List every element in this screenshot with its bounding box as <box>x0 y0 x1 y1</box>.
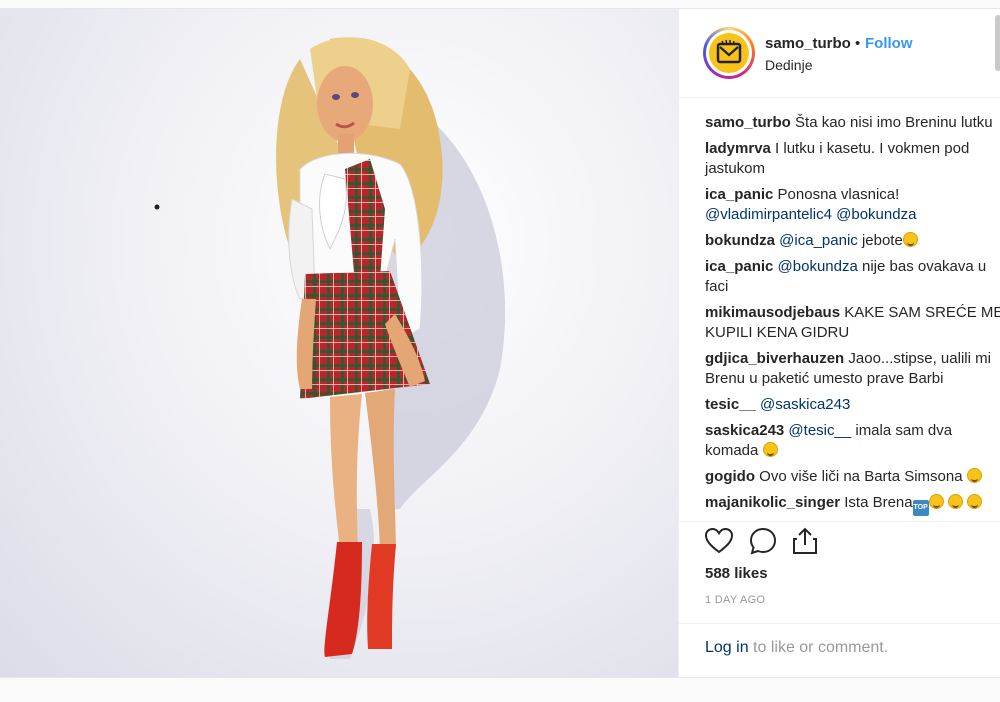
laughing-emoji-icon <box>928 494 944 509</box>
post-photo[interactable] <box>0 9 678 677</box>
comment-text: Ista Brena <box>840 494 913 511</box>
separator-dot: • <box>855 35 861 52</box>
comment-item: ladymrva I lutku i kasetu. I vokmen pod … <box>705 139 1000 179</box>
comment-item: ica_panic @bokundza nije bas ovakava u f… <box>705 257 1000 297</box>
comment-username[interactable]: gdjica_biverhauzen <box>705 350 844 367</box>
mention-link[interactable]: @bokundza <box>778 258 858 275</box>
comment-username[interactable]: samo_turbo <box>705 114 791 131</box>
login-divider <box>679 623 1000 624</box>
comment-text: jebote <box>857 232 903 249</box>
username-link[interactable]: samo_turbo <box>765 35 851 52</box>
instagram-post: samo_turbo • Follow Dedinje samo_turbo Š… <box>0 8 1000 678</box>
comment-item: gogido Ovo više liči na Barta Simsona <box>705 467 1000 487</box>
comment-username[interactable]: tesic__ <box>705 396 756 413</box>
comment-username[interactable]: bokundza <box>705 232 775 249</box>
comment-item: bokundza @ica_panic jebote <box>705 231 1000 251</box>
post-sidebar: samo_turbo • Follow Dedinje samo_turbo Š… <box>678 9 1000 677</box>
comment-item: saskica243 @tesic__ imala sam dva komada <box>705 421 1000 461</box>
follow-button[interactable]: Follow <box>865 35 913 52</box>
doll-illustration <box>154 37 506 659</box>
comment-item: tesic__ @saskica243 <box>705 395 1000 415</box>
comment-item: ica_panic Ponosna vlasnica! @vladimirpan… <box>705 185 1000 225</box>
smile-emoji-icon <box>902 232 918 247</box>
top-emoji-icon: TOP <box>912 500 929 516</box>
comment-icon[interactable] <box>747 525 779 557</box>
mention-link[interactable]: @bokundza <box>836 206 916 223</box>
share-icon[interactable] <box>789 525 821 557</box>
comment-username[interactable]: ica_panic <box>705 186 773 203</box>
laughing-emoji-icon <box>947 494 963 509</box>
comment-username[interactable]: ladymrva <box>705 140 771 157</box>
comment-username[interactable]: gogido <box>705 468 755 485</box>
likes-count[interactable]: 588 likes <box>705 565 768 582</box>
heart-icon[interactable] <box>703 525 735 557</box>
mention-link[interactable]: @saskica243 <box>760 396 850 413</box>
avatar[interactable] <box>703 27 755 79</box>
comment-list: samo_turbo Šta kao nisi imo Breninu lutk… <box>705 113 1000 522</box>
comment-text: Ovo više liči na Barta Simsona <box>754 468 967 485</box>
mention-link[interactable]: @tesic__ <box>788 422 851 439</box>
action-bar <box>703 525 843 559</box>
smile-emoji-icon <box>762 442 778 457</box>
comment-username[interactable]: ica_panic <box>705 258 773 275</box>
post-timestamp: 1 DAY AGO <box>705 594 766 606</box>
comment-item: majanikolic_singer Ista BrenaTOP <box>705 493 1000 516</box>
comment-item: gdjica_biverhauzen Jaoo...stipse, ualili… <box>705 349 1000 389</box>
actions-divider <box>679 521 1000 522</box>
laughing-emoji-icon <box>966 468 982 483</box>
login-prompt: Log in to like or comment. <box>705 639 888 657</box>
post-header: samo_turbo • Follow Dedinje <box>679 9 1000 97</box>
login-text: to like or comment. <box>748 639 889 656</box>
comment-username[interactable]: saskica243 <box>705 422 784 439</box>
comment-text: Šta kao nisi imo Breninu lutku <box>790 114 993 131</box>
comment-username[interactable]: majanikolic_singer <box>705 494 840 511</box>
laughing-emoji-icon <box>966 494 982 509</box>
header-divider <box>679 97 1000 98</box>
comment-username[interactable]: mikimausodjebaus <box>705 304 840 321</box>
mention-link[interactable]: @ica_panic <box>779 232 858 249</box>
mention-link[interactable]: @vladimirpantelic4 <box>705 206 832 223</box>
comment-item: mikimausodjebaus KAKE SAM SREĆE MENI KUP… <box>705 303 1000 343</box>
logo-icon <box>716 39 742 64</box>
login-link[interactable]: Log in <box>705 639 749 656</box>
comment-item: samo_turbo Šta kao nisi imo Breninu lutk… <box>705 113 1000 133</box>
scrollbar-thumb[interactable] <box>995 15 1000 71</box>
location-link[interactable]: Dedinje <box>765 57 812 73</box>
comment-text: Ponosna vlasnica! <box>773 186 900 203</box>
